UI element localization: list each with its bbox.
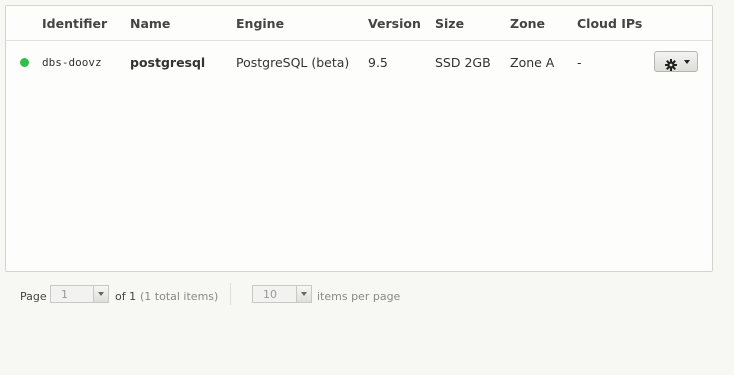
cell-name-link[interactable]: postgresql (130, 55, 205, 70)
cell-cloud-ips: - (577, 55, 582, 70)
page-select-value: 1 (61, 288, 68, 301)
page-label: Page (20, 290, 47, 303)
table-row[interactable]: dbs-doovz postgresql PostgreSQL (beta) 9… (6, 41, 712, 85)
status-indicator (20, 58, 29, 67)
items-per-page-label: items per page (317, 290, 401, 303)
row-actions-dropdown-button[interactable] (654, 51, 698, 72)
column-header-identifier[interactable]: Identifier (42, 16, 107, 31)
column-header-cloud-ips[interactable]: Cloud IPs (577, 16, 642, 31)
chevron-down-icon (684, 60, 690, 64)
divider (230, 283, 231, 305)
items-per-page-value: 10 (263, 288, 277, 301)
page-count-label: of 1 (115, 290, 137, 303)
column-header-size[interactable]: Size (435, 16, 464, 31)
cell-zone: Zone A (510, 55, 555, 70)
column-header-engine[interactable]: Engine (236, 16, 284, 31)
cell-size: SSD 2GB (435, 55, 491, 70)
chevron-down-icon (93, 286, 108, 302)
page-select[interactable]: 1 (50, 285, 109, 303)
cell-identifier: dbs-doovz (42, 56, 102, 69)
gear-icon (665, 56, 677, 75)
database-servers-panel: Identifier Name Engine Version Size Zone… (5, 5, 713, 272)
column-header-name[interactable]: Name (130, 16, 170, 31)
column-header-zone[interactable]: Zone (510, 16, 545, 31)
table-header: Identifier Name Engine Version Size Zone… (6, 6, 712, 41)
chevron-down-icon (296, 286, 311, 302)
items-per-page-select[interactable]: 10 (252, 285, 312, 303)
cell-engine: PostgreSQL (beta) (236, 55, 350, 70)
column-header-version[interactable]: Version (368, 16, 421, 31)
cell-version: 9.5 (368, 55, 388, 70)
total-items-label: (1 total items) (140, 290, 219, 303)
pagination-bar: Page 1 of 1 (1 total items) 10 items per… (0, 283, 734, 309)
